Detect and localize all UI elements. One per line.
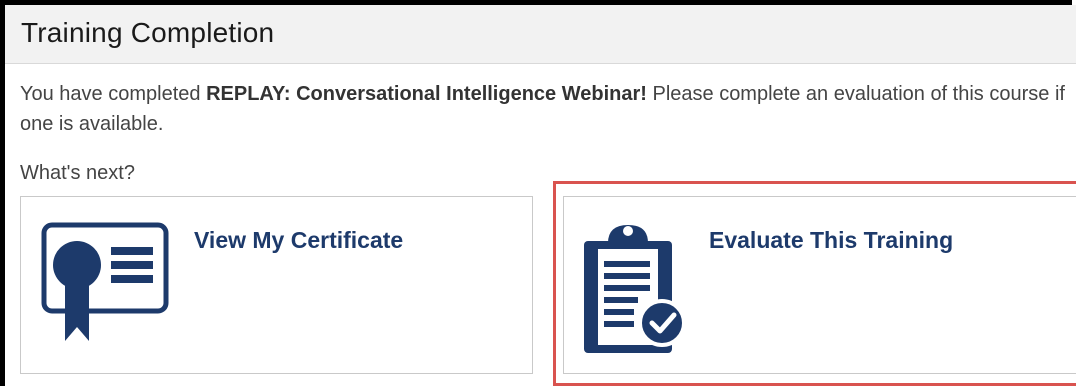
completion-message: You have completed REPLAY: Conversationa… <box>20 79 1065 139</box>
evaluate-training-label: Evaluate This Training <box>709 227 954 253</box>
course-name: REPLAY: Conversational Intelligence Webi… <box>206 83 647 105</box>
message-prefix: You have completed <box>20 83 207 105</box>
clipboard-check-icon <box>584 225 686 353</box>
view-certificate-label: View My Certificate <box>194 227 404 253</box>
whats-next-label: What's next? <box>20 162 135 184</box>
certificate-icon <box>41 222 169 341</box>
evaluate-training-card[interactable]: Evaluate This Training <box>563 196 1076 374</box>
page-header: Training Completion <box>5 5 1076 64</box>
page-title: Training Completion <box>21 17 275 48</box>
view-certificate-card[interactable]: View My Certificate <box>20 196 533 374</box>
